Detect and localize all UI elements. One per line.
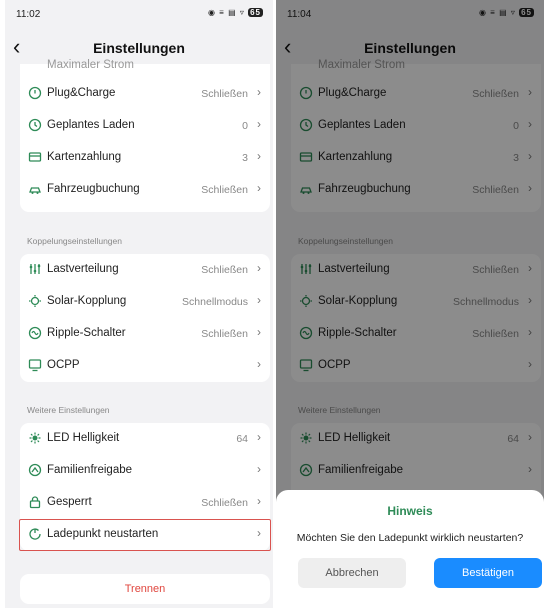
signal-icons: ◉ ≡ ▤ ▿ [207,8,245,17]
card-charging: Maximaler Strom Plug&Charge Schließen › Gep… [20,59,270,212]
status-icons: ◉ ≡ ▤ ▿ 65 [208,8,263,17]
battery-icon: 65 [248,8,263,17]
lock-icon [29,496,41,509]
chevron-right-icon: › [257,181,261,195]
chevron-right-icon: › [257,462,261,476]
settings-row[interactable]: Lastverteilung Schließen › [20,254,270,286]
confirm-button[interactable]: Bestätigen [434,558,542,588]
card-icon [28,152,42,162]
share-icon [28,463,42,477]
row-label: Solar-Kopplung [47,295,127,307]
chevron-right-icon: › [257,149,261,163]
sliders-icon [29,264,41,274]
settings-row[interactable]: Geplantes Laden 0 › [20,110,270,142]
row-value: 64 [236,433,248,445]
nav-bar: ‹ Einstellungen [5,34,273,62]
clock-icon [28,118,42,132]
row-value: 3 [242,152,248,164]
settings-row[interactable]: Plug&Charge Schließen › [20,78,270,110]
left-phone-screen: 11:02 ◉ ≡ ▤ ▿ 65 ‹ Einstellungen Maximal… [5,0,273,608]
settings-row[interactable]: Solar-Kopplung Schnellmodus › [20,286,270,318]
power-circle-icon [28,86,42,100]
row-value: Schließen [201,328,248,340]
settings-row[interactable]: Ripple-Schalter Schließen › [20,318,270,350]
row-label: LED Helligkeit [47,432,120,444]
row-value: Schließen [201,497,248,509]
brightness-icon [29,432,41,444]
confirm-dialog: Hinweis Möchten Sie den Ladepunkt wirkli… [276,490,544,608]
row-label: Plug&Charge [47,87,116,99]
settings-row[interactable]: Familienfreigabe › [20,455,270,487]
row-label: Lastverteilung [47,263,119,275]
chevron-right-icon: › [257,430,261,444]
row-label: Ripple-Schalter [47,327,126,339]
section-label-weitere: Weitere Einstellungen [27,405,110,415]
chevron-right-icon: › [257,293,261,307]
chevron-right-icon: › [257,325,261,339]
chevron-right-icon: › [257,494,261,508]
card-koppelung: Lastverteilung Schließen › Solar-Kopplung Sc… [20,254,270,382]
car-booking-icon [29,187,41,194]
highlight-box [19,519,271,551]
chevron-right-icon: › [257,85,261,99]
row-label: Familienfreigabe [47,464,133,476]
row-value: Schließen [201,184,248,196]
row-label: Gesperrt [47,496,92,508]
dialog-title: Hinweis [387,504,433,518]
chevron-right-icon: › [257,357,261,371]
chevron-right-icon: › [257,261,261,275]
settings-row[interactable]: Fahrzeugbuchung Schließen › [20,174,270,206]
row-label: Fahrzeugbuchung [47,183,140,195]
cancel-button[interactable]: Abbrechen [298,558,406,588]
settings-row[interactable]: LED Helligkeit 64 › [20,423,270,455]
settings-row[interactable]: OCPP › [20,350,270,382]
row-value: Schließen [201,88,248,100]
settings-row[interactable]: Gesperrt Schließen › [20,487,270,519]
page-title: Einstellungen [93,40,185,56]
settings-row[interactable]: Kartenzahlung 3 › [20,142,270,174]
cut-off-row-label: Maximaler Strom [47,59,134,71]
row-value: 0 [242,120,248,132]
chevron-right-icon: › [257,117,261,131]
right-phone-screen: 11:04 ◉ ≡ ▤ ▿ 65 ‹ Einstellungen Maximal… [276,0,544,608]
row-value: Schnellmodus [182,296,248,308]
sun-icon [29,295,41,307]
disconnect-button[interactable]: Trennen [20,574,270,604]
section-label-koppelung: Koppelungseinstellungen [27,236,122,246]
row-value: Schließen [201,264,248,276]
ripple-icon [28,326,42,340]
status-bar: 11:02 ◉ ≡ ▤ ▿ 65 [5,0,273,28]
dialog-message: Möchten Sie den Ladepunkt wirklich neust… [296,532,524,544]
row-label: Geplantes Laden [47,119,135,131]
row-label: Kartenzahlung [47,151,122,163]
monitor-icon [28,359,42,372]
status-time: 11:02 [16,9,41,20]
row-label: OCPP [47,359,80,371]
